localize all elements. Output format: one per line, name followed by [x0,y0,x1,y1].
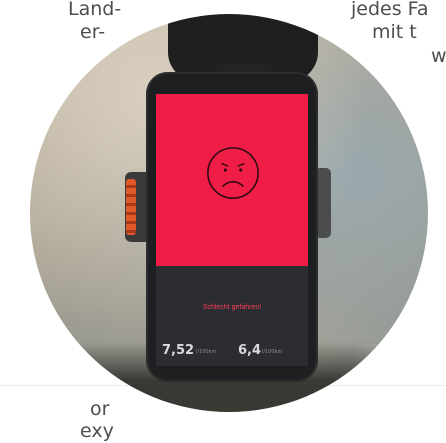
sad-face-icon [207,147,259,199]
article-text-fragment: Land- [68,0,122,20]
divider [0,385,446,386]
stat-unit-average: l/100km [262,349,283,355]
stats-row: 7,52 l/100km 6,4 l/100km [162,342,306,358]
article-text-fragment: mit t [372,21,417,43]
article-text-fragment: jedes Fa [351,0,429,20]
holder-clamp-left-accent [126,179,136,235]
stat-unit-current: l/100km [196,349,217,355]
status-message: Schlecht gefahren! [202,304,262,311]
app-screen-stats-area: Schlecht gefahren! 7,52 l/100km 6,4 l/10… [156,266,308,366]
stat-value-average: 6,4 [238,343,262,358]
app-screen-alert-area [156,94,308,266]
smartphone: Schlecht gefahren! 7,52 l/100km 6,4 l/10… [146,72,318,382]
article-text-fragment: w [431,45,446,67]
article-text-fragment: exy [80,420,114,442]
article-photo-circle: Schlecht gefahren! 7,52 l/100km 6,4 l/10… [30,14,428,412]
article-text-fragment: er- [80,21,106,43]
stat-value-current: 7,52 [162,343,195,358]
